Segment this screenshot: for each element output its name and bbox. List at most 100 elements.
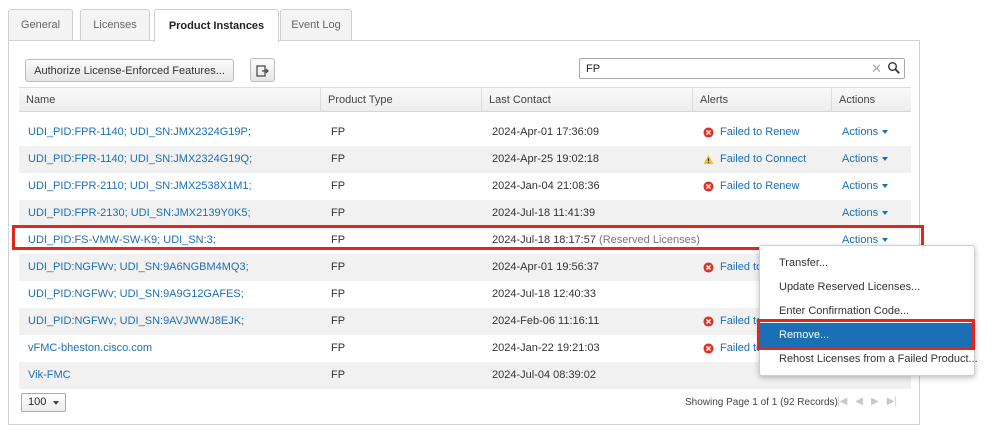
page-size-select[interactable]: 100 xyxy=(21,393,66,412)
product-type: FP xyxy=(331,153,346,165)
first-page-button[interactable]: |◀ xyxy=(837,396,847,407)
tab-general[interactable]: General xyxy=(8,9,73,40)
actions-label: Actions xyxy=(842,180,879,192)
actions-label: Actions xyxy=(842,153,879,165)
alert-text: Failed to xyxy=(720,342,763,354)
last-contact-time: 2024-Jul-18 18:17:57 xyxy=(492,234,596,246)
alert-text: Failed to Renew xyxy=(720,126,800,138)
instance-name-link[interactable]: UDI_PID:FS-VMW-SW-K9; UDI_SN:3; xyxy=(28,227,216,254)
chevron-down-icon xyxy=(53,401,59,405)
col-product-type[interactable]: Product Type xyxy=(321,88,482,112)
alert-text: Failed to xyxy=(720,315,763,327)
product-type: FP xyxy=(331,261,346,273)
instance-name-link[interactable]: UDI_PID:NGFWv; UDI_SN:9AVJWWJ8EJK; xyxy=(28,308,244,335)
last-contact: 2024-Jul-18 11:41:39 xyxy=(492,200,595,227)
next-page-button[interactable]: ▶ xyxy=(871,396,879,407)
alert-link[interactable]: Failed to xyxy=(703,308,762,335)
instance-name-link[interactable]: UDI_PID:FPR-1140; UDI_SN:JMX2324G19Q; xyxy=(28,146,252,173)
product-type: FP xyxy=(331,315,346,327)
menu-item-rehost[interactable]: Rehost Licenses from a Failed Product... xyxy=(760,347,978,371)
last-contact-time: 2024-Jul-18 11:41:39 xyxy=(492,207,596,219)
last-contact-time: 2024-Feb-06 11:16:11 xyxy=(492,315,600,327)
error-icon xyxy=(703,316,714,327)
instance-name-link[interactable]: UDI_PID:NGFWv; UDI_SN:9A6NGBM4MQ3; xyxy=(28,254,249,281)
caret-down-icon xyxy=(882,211,889,216)
search-input[interactable] xyxy=(586,61,866,76)
caret-down-icon xyxy=(882,238,889,243)
export-icon xyxy=(256,64,269,77)
actions-dropdown[interactable]: Actions xyxy=(842,200,889,227)
page-size-value: 100 xyxy=(28,396,47,408)
product-type: FP xyxy=(331,288,346,300)
last-contact-time: 2024-Jan-04 21:08:36 xyxy=(492,180,600,192)
alert-text: Failed to Connect xyxy=(720,153,807,165)
col-last-contact[interactable]: Last Contact xyxy=(482,88,693,112)
actions-label: Actions xyxy=(842,126,879,138)
export-button[interactable] xyxy=(250,58,275,82)
caret-down-icon xyxy=(882,184,889,189)
prev-page-button[interactable]: ◀ xyxy=(855,396,863,407)
actions-dropdown[interactable]: Actions xyxy=(842,119,889,146)
error-icon xyxy=(703,127,714,138)
table-row: UDI_PID:FPR-1140; UDI_SN:JMX2324G19P; FP 2… xyxy=(19,119,911,146)
table-header: Name Product Type Last Contact Alerts Ac… xyxy=(19,87,911,112)
product-type: FP xyxy=(331,207,346,219)
menu-item-update-reserved[interactable]: Update Reserved Licenses... xyxy=(760,275,974,299)
actions-dropdown[interactable]: Actions xyxy=(842,173,889,200)
menu-item-enter-confirmation[interactable]: Enter Confirmation Code... xyxy=(760,299,974,323)
alert-link[interactable]: Failed to Connect xyxy=(703,146,806,173)
col-name[interactable]: Name xyxy=(19,88,321,112)
instance-name-link[interactable]: UDI_PID:FPR-1140; UDI_SN:JMX2324G19P; xyxy=(28,119,251,146)
menu-item-remove[interactable]: Remove... xyxy=(760,323,974,347)
instance-name-link[interactable]: UDI_PID:NGFWv; UDI_SN:9A9G12GAFES; xyxy=(28,281,244,308)
table-row: UDI_PID:FPR-2130; UDI_SN:JMX2139Y0K5; FP 2… xyxy=(19,200,911,227)
paging-status: Showing Page 1 of 1 (92 Records) xyxy=(685,397,838,408)
clear-search-icon[interactable]: ✕ xyxy=(871,61,882,76)
col-actions: Actions xyxy=(839,94,876,106)
instance-name-link[interactable]: vFMC-bheston.cisco.com xyxy=(28,335,152,362)
last-contact: 2024-Feb-06 11:16:11 xyxy=(492,308,599,335)
alert-link[interactable]: Failed to Renew xyxy=(703,173,800,200)
last-contact: 2024-Jul-04 08:39:02 xyxy=(492,362,596,389)
product-type: FP xyxy=(331,126,346,138)
actions-dropdown[interactable]: Actions xyxy=(842,146,889,173)
authorize-features-button[interactable]: Authorize License-Enforced Features... xyxy=(25,59,234,82)
last-contact-time: 2024-Jul-04 08:39:02 xyxy=(492,369,596,381)
product-type: FP xyxy=(331,234,346,246)
tab-event-log[interactable]: Event Log xyxy=(280,9,352,40)
instance-name-link[interactable]: Vik-FMC xyxy=(28,362,71,389)
last-contact: 2024-Apr-01 19:56:37 xyxy=(492,254,599,281)
last-contact: 2024-Apr-25 19:02:18 xyxy=(492,146,599,173)
last-contact-time: 2024-Apr-25 19:02:18 xyxy=(492,153,600,165)
product-type: FP xyxy=(331,180,346,192)
table-row: UDI_PID:FPR-1140; UDI_SN:JMX2324G19Q; FP 2… xyxy=(19,146,911,173)
search-icon[interactable] xyxy=(887,61,901,75)
reserved-licenses-note: (Reserved Licenses) xyxy=(599,234,700,246)
alert-text: Failed to Renew xyxy=(720,180,800,192)
last-contact-time: 2024-Jan-22 19:21:03 xyxy=(492,342,600,354)
tab-licenses[interactable]: Licenses xyxy=(80,9,150,40)
last-contact: 2024-Jul-18 18:17:57 (Reserved Licenses) xyxy=(492,227,700,254)
actions-label: Actions xyxy=(842,207,879,219)
alert-link[interactable]: Failed to xyxy=(703,335,762,362)
actions-menu: Transfer... Update Reserved Licenses... … xyxy=(759,245,978,376)
tab-product-instances[interactable]: Product Instances xyxy=(154,9,279,42)
caret-down-icon xyxy=(882,157,889,162)
instance-name-link[interactable]: UDI_PID:FPR-2110; UDI_SN:JMX2538X1M1; xyxy=(28,173,252,200)
last-contact: 2024-Apr-01 17:36:09 xyxy=(492,119,599,146)
alert-link[interactable]: Failed to xyxy=(703,254,762,281)
table-row: UDI_PID:FPR-2110; UDI_SN:JMX2538X1M1; FP 2… xyxy=(19,173,911,200)
last-contact-time: 2024-Jul-18 12:40:33 xyxy=(492,288,596,300)
col-alerts[interactable]: Alerts xyxy=(693,88,832,112)
menu-item-transfer[interactable]: Transfer... xyxy=(760,251,974,275)
last-page-button[interactable]: ▶| xyxy=(887,396,897,407)
error-icon xyxy=(703,343,714,354)
warning-icon xyxy=(703,154,714,165)
alert-link[interactable]: Failed to Renew xyxy=(703,119,800,146)
caret-down-icon xyxy=(882,130,889,135)
pager: |◀ ◀ ▶ ▶| xyxy=(837,396,897,407)
product-type: FP xyxy=(331,369,346,381)
instance-name-link[interactable]: UDI_PID:FPR-2130; UDI_SN:JMX2139Y0K5; xyxy=(28,200,251,227)
last-contact-time: 2024-Apr-01 17:36:09 xyxy=(492,126,600,138)
last-contact: 2024-Jan-22 19:21:03 xyxy=(492,335,600,362)
